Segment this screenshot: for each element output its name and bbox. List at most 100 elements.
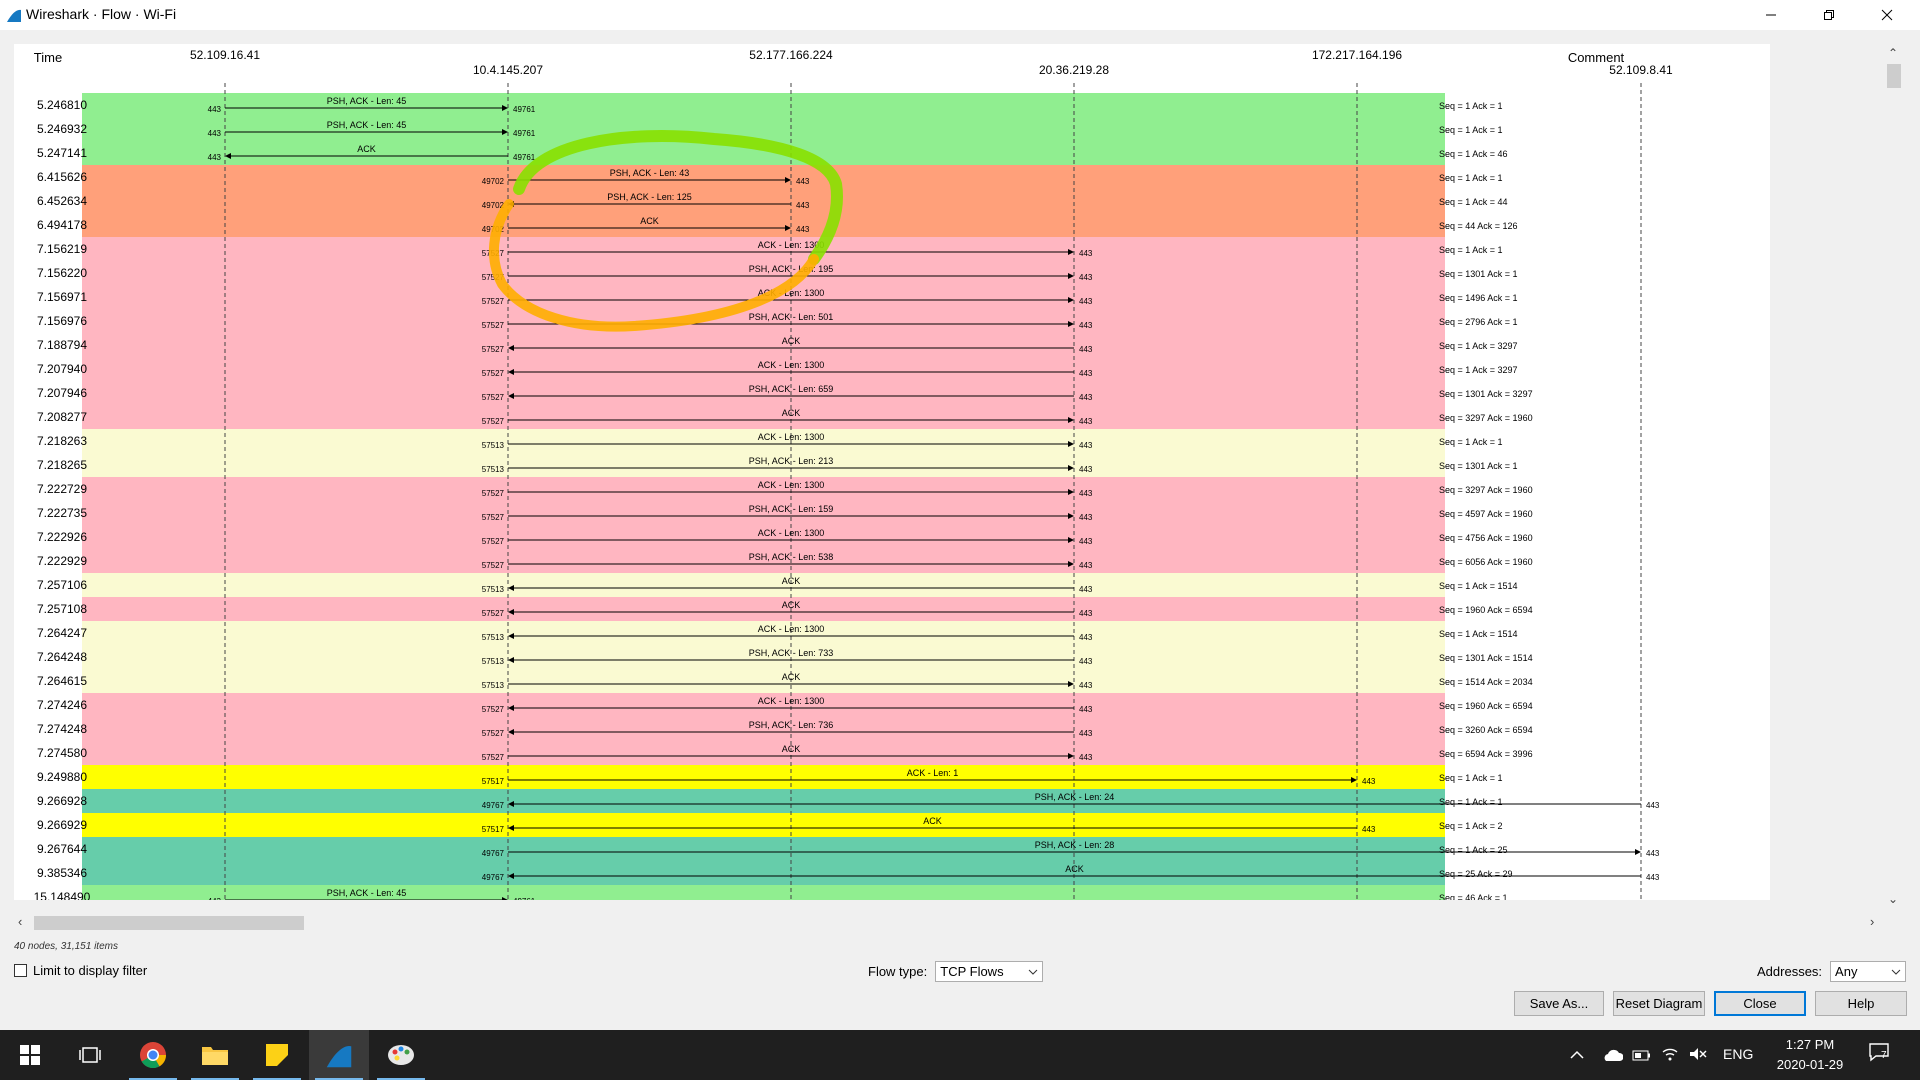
flow-comment: Seq = 1 Ack = 1 [1439,173,1503,183]
flow-time: 7.156219 [37,242,87,256]
port-label: 443 [796,201,810,210]
save-as-button[interactable]: Save As... [1514,991,1604,1016]
port-label: 443 [1079,369,1093,378]
flow-comment: Seq = 2796 Ack = 1 [1439,317,1518,327]
flow-comment: Seq = 6594 Ack = 3996 [1439,749,1533,759]
taskbar-paint[interactable] [371,1030,431,1080]
port-label: 57527 [482,753,505,762]
onedrive-icon[interactable] [1601,1048,1623,1062]
flow-time: 7.257108 [37,602,87,616]
port-label: 443 [1079,465,1093,474]
scroll-up-icon[interactable]: ⌃ [1888,46,1898,60]
flow-row-bg [82,189,1445,213]
flow-label: ACK [782,744,801,754]
flow-comment: Seq = 1 Ack = 3297 [1439,341,1518,351]
paint-palette-icon [388,1045,414,1065]
port-label: 443 [1362,777,1376,786]
flow-comment: Seq = 6056 Ack = 1960 [1439,557,1533,567]
flow-time: 15.148490 [34,890,91,900]
port-label: 57527 [482,321,505,330]
horizontal-scroll-thumb[interactable] [34,916,304,930]
limit-filter-checkbox[interactable] [14,964,27,977]
addresses-label: Addresses: [1757,964,1823,979]
task-view-button[interactable] [60,1030,120,1080]
scroll-right-icon[interactable]: › [1870,914,1874,929]
scroll-down-icon[interactable]: ⌄ [1888,892,1898,906]
addresses-select[interactable]: Any [1830,961,1907,982]
flow-label: ACK [357,144,376,154]
wireshark-icon [7,9,21,22]
flow-row-bg [82,333,1445,357]
scroll-left-icon[interactable]: ‹ [18,914,22,929]
limit-filter-label: Limit to display filter [33,963,148,978]
flow-comment: Seq = 1 Ack = 1 [1439,101,1503,111]
flow-row-bg [82,93,1445,117]
flow-row-bg [82,885,1445,900]
flow-row-bg [82,669,1445,693]
horizontal-scrollbar[interactable]: ‹ › [14,912,1884,932]
flow-comment: Seq = 25 Ack = 29 [1439,869,1513,879]
battery-icon[interactable] [1632,1048,1652,1062]
flow-comment: Seq = 1 Ack = 44 [1439,197,1508,207]
flow-time: 7.207940 [37,362,87,376]
folder-icon [202,1047,228,1065]
vertical-scroll-thumb[interactable] [1887,64,1901,88]
restore-button[interactable] [1806,0,1852,30]
taskbar-file-explorer[interactable] [185,1030,245,1080]
port-label: 57527 [482,345,505,354]
port-label: 443 [1079,585,1093,594]
port-label: 443 [1079,537,1093,546]
port-label: 443 [1362,825,1376,834]
flow-comment: Seq = 4756 Ack = 1960 [1439,533,1533,543]
flow-time: 9.249880 [37,770,87,784]
flow-comment: Seq = 1 Ack = 1514 [1439,581,1518,591]
flow-comment: Seq = 1 Ack = 1 [1439,245,1503,255]
flow-label: PSH, ACK - Len: 195 [749,264,834,274]
chevron-up-icon[interactable] [1570,1050,1584,1060]
flow-label: PSH, ACK - Len: 125 [607,192,692,202]
addresses-control: Addresses: Any [1757,961,1907,982]
wifi-icon[interactable] [1661,1046,1679,1062]
limit-display-filter[interactable]: Limit to display filter [14,963,147,978]
language-indicator[interactable]: ENG [1723,1046,1753,1062]
close-button[interactable]: Close [1714,991,1806,1016]
start-button[interactable] [0,1030,60,1080]
flow-time: 7.218265 [37,458,87,472]
flow-time: 5.246810 [37,98,87,112]
reset-diagram-button[interactable]: Reset Diagram [1613,991,1705,1016]
flow-comment: Seq = 1301 Ack = 1 [1439,461,1518,471]
port-label: 57517 [482,825,505,834]
flow-label: PSH, ACK - Len: 733 [749,648,834,658]
flow-graph: Time Comment52.109.16.4110.4.145.20752.17… [34,48,1673,900]
port-label: 49767 [482,849,505,858]
taskbar: ENG 1:27 PM 2020-01-29 7 [0,1030,1920,1080]
flow-label: PSH, ACK - Len: 659 [749,384,834,394]
volume-muted-icon[interactable] [1689,1047,1707,1061]
chevron-down-icon [1891,969,1901,975]
flow-type-select[interactable]: TCP Flows [935,961,1044,982]
flow-comment: Seq = 1 Ack = 25 [1439,845,1508,855]
flow-row-bg [82,861,1445,885]
flow-time: 9.266929 [37,818,87,832]
close-window-button[interactable] [1864,0,1910,30]
help-button[interactable]: Help [1815,991,1907,1016]
vertical-scrollbar[interactable]: ⌃ ⌄ [1884,44,1904,910]
flow-label: ACK [782,408,801,418]
action-center-button[interactable]: 7 [1868,1042,1894,1066]
time-header: Time [34,50,62,65]
clock[interactable]: 1:27 PM 2020-01-29 [1760,1035,1860,1075]
flow-label: ACK - Len: 1 [907,768,959,778]
flow-diagram[interactable]: Time Comment 52.109.16.41 10.4.145.207 52.17… [14,44,1770,900]
taskbar-chrome[interactable] [123,1030,183,1080]
flow-time: 9.267644 [37,842,87,856]
flow-row-bg [82,789,1445,813]
port-label: 443 [796,177,810,186]
minimize-button[interactable] [1748,0,1794,30]
taskbar-wireshark[interactable] [309,1030,369,1080]
taskbar-sticky-notes[interactable] [247,1030,307,1080]
port-label: 57513 [482,657,505,666]
flow-row-bg [82,405,1445,429]
flow-time: 7.156220 [37,266,87,280]
flow-time: 7.222926 [37,530,87,544]
port-label: 443 [208,897,222,900]
